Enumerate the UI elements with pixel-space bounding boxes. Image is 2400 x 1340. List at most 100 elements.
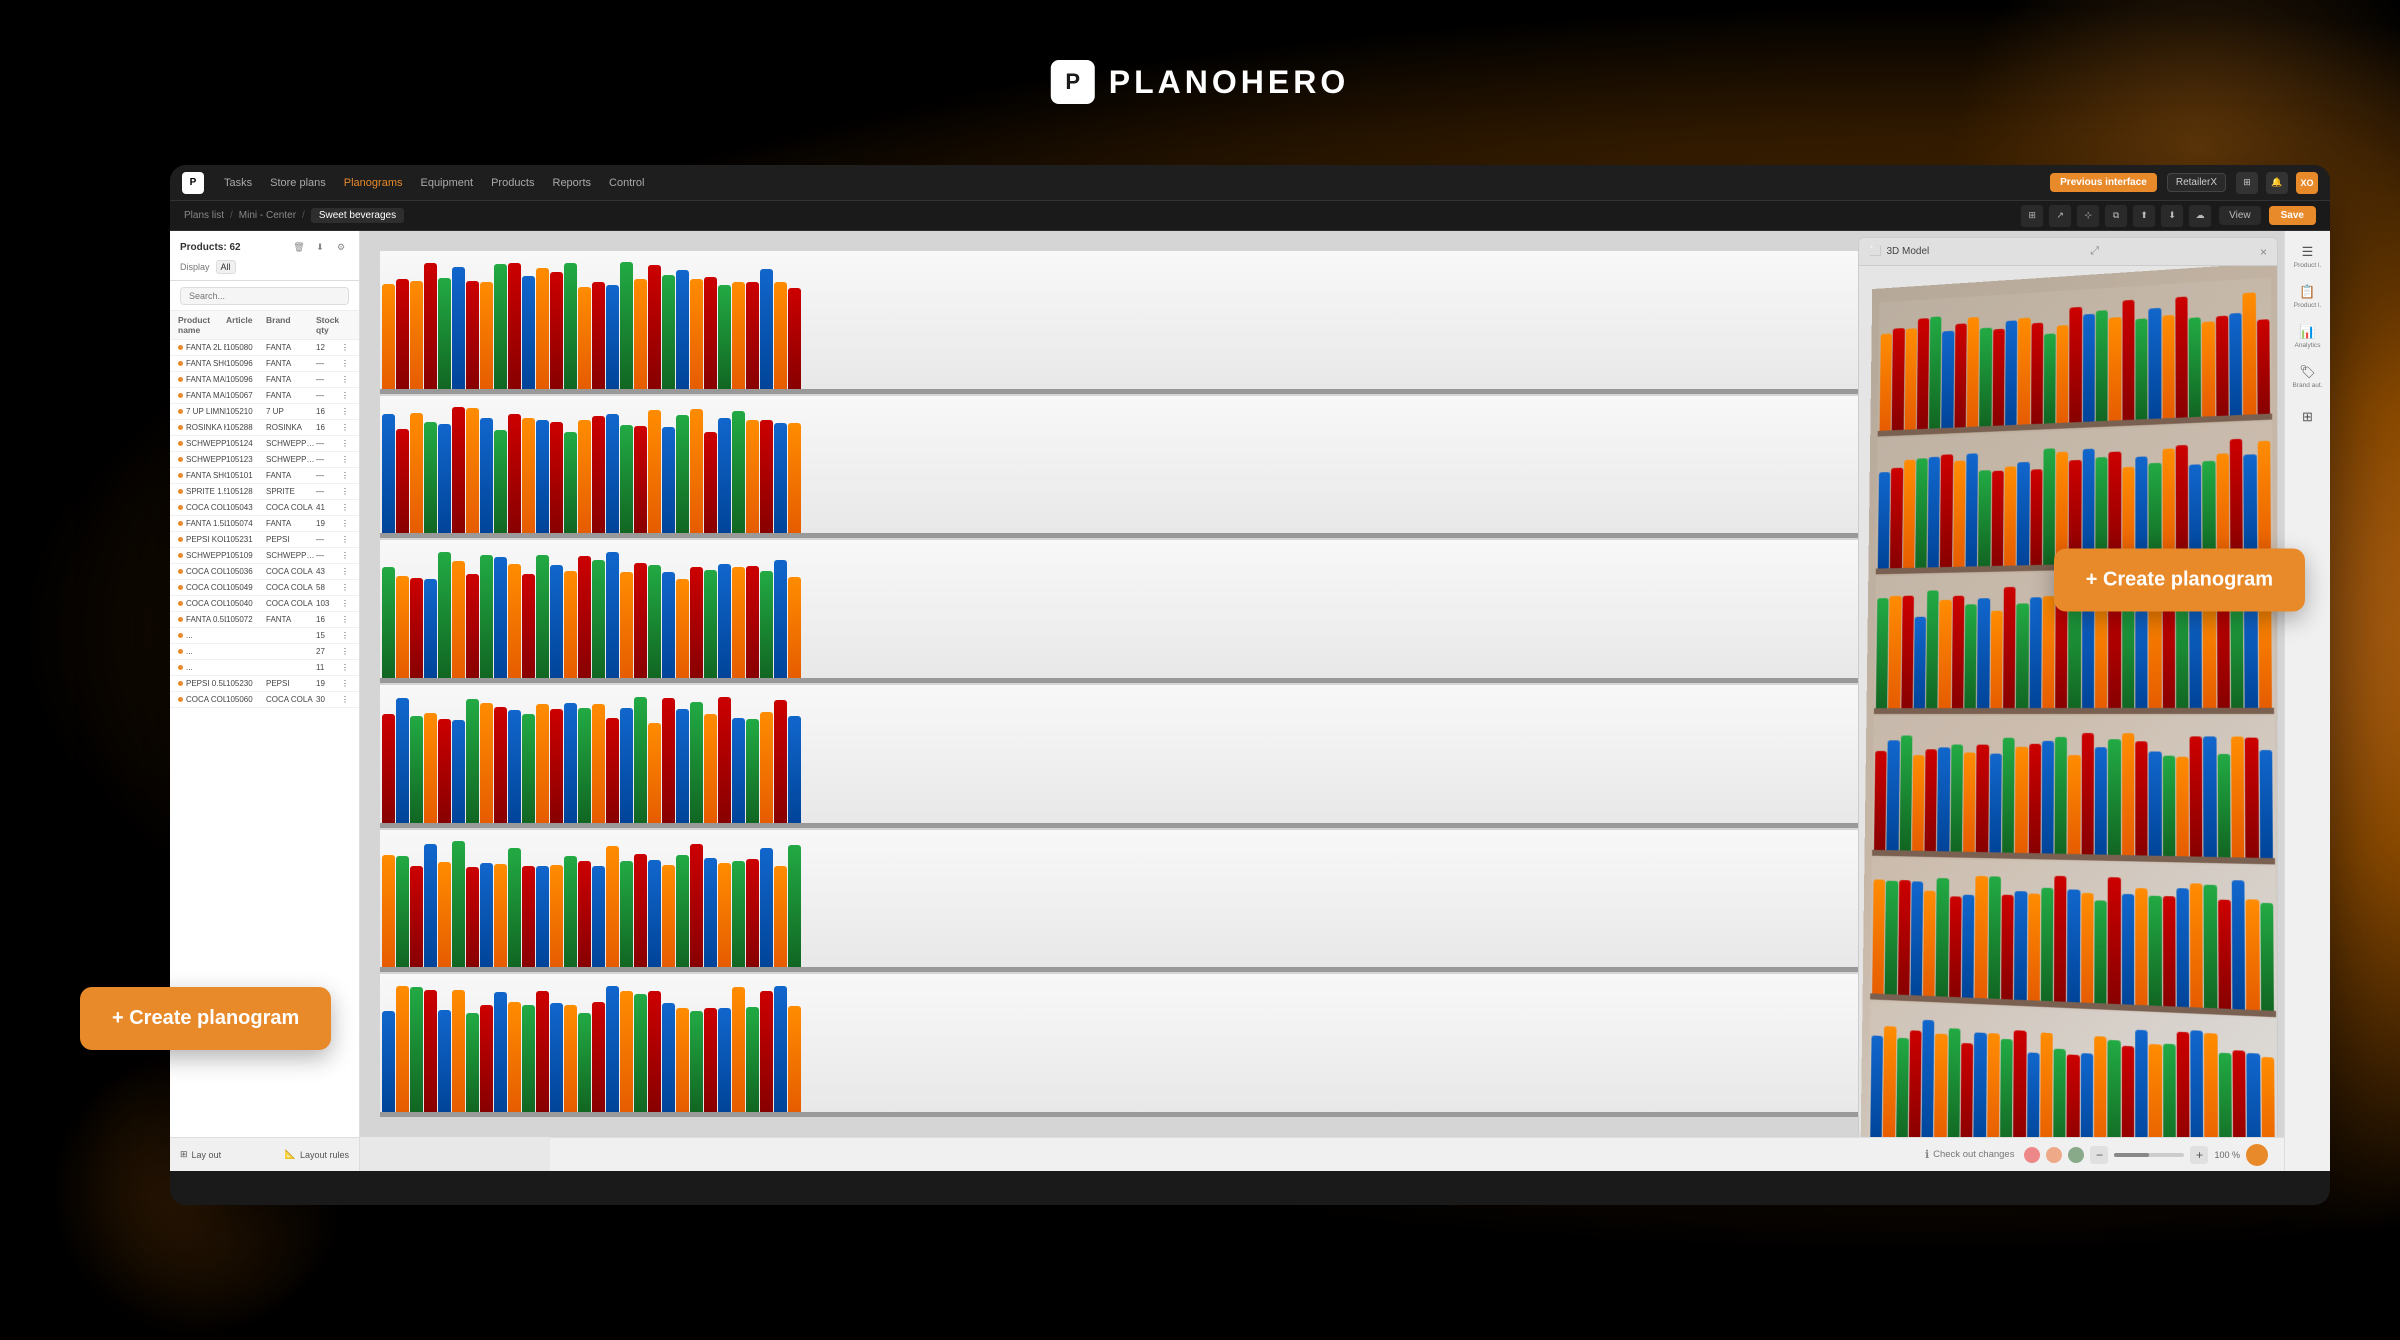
right-icon-product-info[interactable]: 📋 Product l. bbox=[2290, 279, 2326, 315]
col-product-name: Product name bbox=[178, 315, 226, 335]
zoom-plus[interactable]: + bbox=[2190, 1146, 2208, 1164]
table-row[interactable]: COCA COLA 0.5... 105036 COCA COLA 43 ⋮ bbox=[170, 564, 359, 580]
view-button[interactable]: View bbox=[2219, 206, 2261, 225]
display-select[interactable]: All bbox=[216, 260, 236, 274]
grid-view-icon[interactable]: ⊞ bbox=[2021, 205, 2043, 227]
create-planogram-left-label: + Create planogram bbox=[112, 1007, 299, 1030]
zoom-level: 100 % bbox=[2214, 1150, 2240, 1160]
zoom-color-c[interactable] bbox=[2068, 1147, 2084, 1163]
grid-icon[interactable]: ⊞ bbox=[2236, 172, 2258, 194]
products-count-label: Products: 62 bbox=[180, 242, 241, 253]
check-changes-label: Check out changes bbox=[1933, 1149, 2014, 1160]
prev-interface-button[interactable]: Previous interface bbox=[2050, 173, 2157, 192]
table-row[interactable]: SCHWEPPES 0.3... 105109 SCHWEPPES — ⋮ bbox=[170, 548, 359, 564]
model-expand-icon[interactable]: ⤢ bbox=[2090, 245, 2099, 258]
check-changes-link[interactable]: ℹ Check out changes bbox=[1925, 1148, 2015, 1161]
model-3d-panel: ⬜ 3D Model ⤢ × bbox=[1858, 237, 2278, 1165]
nav-item-planograms[interactable]: Planograms bbox=[344, 177, 403, 189]
sidebar-title-row: Products: 62 🗑 ⬇ ⚙ bbox=[180, 239, 349, 255]
table-row[interactable]: COCA COLA VA... 105060 COCA COLA 30 ⋮ bbox=[170, 692, 359, 708]
col-stock: Stock qty bbox=[316, 315, 341, 335]
right-icon-product-list[interactable]: ☰ Product l. bbox=[2290, 239, 2326, 275]
model-title-text: 3D Model bbox=[1886, 246, 1929, 257]
table-row[interactable]: FANTA MANGUA... 105067 FANTA — ⋮ bbox=[170, 388, 359, 404]
table-row[interactable]: ROSINKA KREM... 105288 ROSINKA 16 ⋮ bbox=[170, 420, 359, 436]
app-navbar: P Tasks Store plans Planograms Equipment… bbox=[170, 165, 2330, 201]
zoom-minus[interactable]: − bbox=[2090, 1146, 2108, 1164]
table-row[interactable]: SCHWEPPES GO... 105123 SCHWEPPES — ⋮ bbox=[170, 452, 359, 468]
nav-logo-icon: P bbox=[182, 172, 204, 194]
layout-label: Lay out bbox=[192, 1150, 222, 1160]
table-row[interactable]: ... 27 ⋮ bbox=[170, 644, 359, 660]
shelf-3d-row bbox=[1878, 278, 2273, 437]
zoom-slider[interactable] bbox=[2114, 1153, 2184, 1157]
zoom-color-a[interactable] bbox=[2024, 1147, 2040, 1163]
app-name: PLANOHERO bbox=[1109, 64, 1349, 101]
breadcrumb-mini-center[interactable]: Mini - Center bbox=[239, 210, 296, 221]
shelf-3d-row bbox=[1872, 716, 2275, 864]
right-panel: ☰ Product l. 📋 Product l. 📊 Analytics 🏷 … bbox=[2284, 231, 2330, 1171]
table-row[interactable]: PEPSI KOLA 0.2... 105231 PEPSI — ⋮ bbox=[170, 532, 359, 548]
table-row[interactable]: COCA COLA 2L BL 105049 COCA COLA 58 ⋮ bbox=[170, 580, 359, 596]
shelf-3d-visualization bbox=[1860, 266, 2277, 1164]
right-icon-analytics[interactable]: 📊 Analytics bbox=[2290, 319, 2326, 355]
nav-item-tasks[interactable]: Tasks bbox=[224, 177, 252, 189]
product-table-header: Product name Article Brand Stock qty bbox=[170, 311, 359, 340]
analytics-icon: 📊 bbox=[2299, 324, 2315, 340]
model-header: ⬜ 3D Model ⤢ × bbox=[1859, 238, 2277, 266]
trash-icon[interactable]: 🗑 bbox=[291, 239, 307, 255]
zoom-reset-button[interactable] bbox=[2246, 1144, 2268, 1166]
table-row[interactable]: SCHWEPPES IN... 105124 SCHWEPPES — ⋮ bbox=[170, 436, 359, 452]
status-bar: ℹ Check out changes − + 100 % bbox=[550, 1137, 2284, 1171]
search-input[interactable] bbox=[180, 287, 349, 305]
layout-button[interactable]: ⊞ Lay out bbox=[180, 1149, 221, 1160]
copy-icon[interactable]: ⧉ bbox=[2105, 205, 2127, 227]
table-row[interactable]: FANTA 0.5L JT... 105072 FANTA 16 ⋮ bbox=[170, 612, 359, 628]
upload-icon[interactable]: ⬆ bbox=[2133, 205, 2155, 227]
nav-item-equipment[interactable]: Equipment bbox=[420, 177, 473, 189]
table-row[interactable]: PEPSI 0.5L JT... 105230 PEPSI 19 ⋮ bbox=[170, 676, 359, 692]
table-row[interactable]: ... 15 ⋮ bbox=[170, 628, 359, 644]
breadcrumb-plans-list[interactable]: Plans list bbox=[184, 210, 224, 221]
create-planogram-cta-right[interactable]: + Create planogram bbox=[2054, 548, 2305, 611]
table-row[interactable]: SPRITE 1.5L BL 105128 SPRITE — ⋮ bbox=[170, 484, 359, 500]
toolbar-icons: ⊞ ↗ ⊹ ⧉ ⬆ ⬇ ☁ bbox=[2021, 205, 2211, 227]
user-avatar[interactable]: XO bbox=[2296, 172, 2318, 194]
list-icon: ☰ bbox=[2302, 244, 2314, 260]
breadcrumb-bar: Plans list / Mini - Center / Sweet bever… bbox=[170, 201, 2330, 231]
table-row[interactable]: FANTA SHOKAT... 105096 FANTA — ⋮ bbox=[170, 356, 359, 372]
model-title: ⬜ 3D Model bbox=[1869, 246, 1929, 257]
settings-icon[interactable]: ⚙ bbox=[333, 239, 349, 255]
right-icon-extra[interactable]: ⊞ bbox=[2290, 399, 2326, 435]
table-row[interactable]: FANTA 1.5L BL A... 105074 FANTA 19 ⋮ bbox=[170, 516, 359, 532]
save-button[interactable]: Save bbox=[2269, 206, 2316, 225]
arrow-icon[interactable]: ↗ bbox=[2049, 205, 2071, 227]
table-row[interactable]: 7 UP LIMNBLAY... 105210 7 UP 16 ⋮ bbox=[170, 404, 359, 420]
nav-item-control[interactable]: Control bbox=[609, 177, 644, 189]
download-icon[interactable]: ⬇ bbox=[2161, 205, 2183, 227]
settings-icon[interactable]: ☁ bbox=[2189, 205, 2211, 227]
layout-rules-icon: 📐 bbox=[285, 1149, 296, 1160]
table-row[interactable]: ... 11 ⋮ bbox=[170, 660, 359, 676]
nav-item-reports[interactable]: Reports bbox=[553, 177, 592, 189]
nav-icons: ⊞ 🔔 XO bbox=[2236, 172, 2318, 194]
extra-icon: ⊞ bbox=[2302, 409, 2313, 425]
create-planogram-cta-left[interactable]: + Create planogram bbox=[80, 987, 331, 1050]
bell-icon[interactable]: 🔔 bbox=[2266, 172, 2288, 194]
nav-item-products[interactable]: Products bbox=[491, 177, 534, 189]
table-row[interactable]: FANTA 2L BL AP... 105080 FANTA 12 ⋮ bbox=[170, 340, 359, 356]
zoom-controls: − + 100 % bbox=[2024, 1144, 2268, 1166]
layout-rules-button[interactable]: 📐 Layout rules bbox=[285, 1149, 349, 1160]
nav-item-storeplans[interactable]: Store plans bbox=[270, 177, 326, 189]
search-input-wrap bbox=[170, 281, 359, 311]
zoom-color-b[interactable] bbox=[2046, 1147, 2062, 1163]
right-icon-brand[interactable]: 🏷 Brand aut. bbox=[2290, 359, 2326, 395]
cursor-icon[interactable]: ⊹ bbox=[2077, 205, 2099, 227]
export-icon[interactable]: ⬇ bbox=[312, 239, 328, 255]
info-panel-icon: 📋 bbox=[2299, 284, 2315, 300]
table-row[interactable]: COCA COLA 1.5... 105043 COCA COLA 41 ⋮ bbox=[170, 500, 359, 516]
model-close-button[interactable]: × bbox=[2260, 245, 2267, 259]
table-row[interactable]: COCA COLA 0.5... 105040 COCA COLA 103 ⋮ bbox=[170, 596, 359, 612]
table-row[interactable]: FANTA MANGUA... 105096 FANTA — ⋮ bbox=[170, 372, 359, 388]
table-row[interactable]: FANTA SHOKAT... 105101 FANTA — ⋮ bbox=[170, 468, 359, 484]
